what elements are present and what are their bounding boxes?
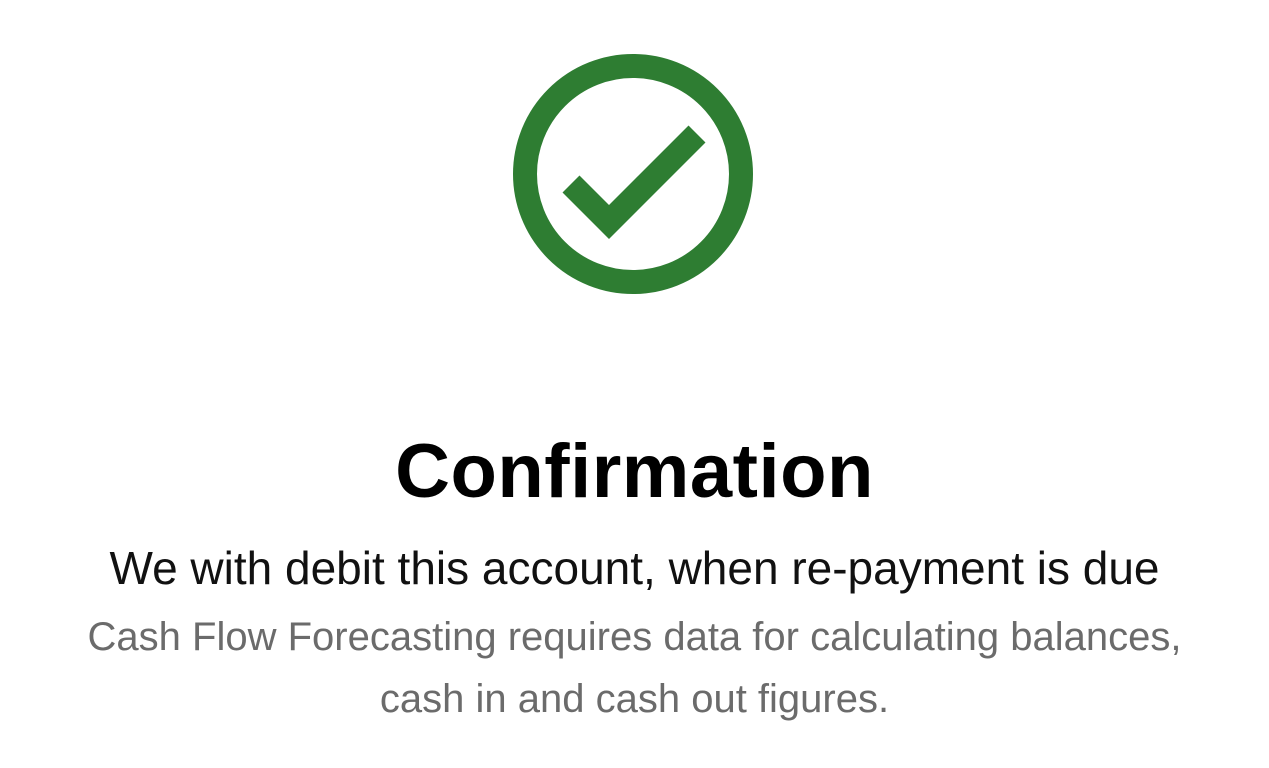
- confirmation-title: Confirmation: [395, 429, 874, 514]
- check-circle-icon: [513, 54, 753, 294]
- confirmation-description: Cash Flow Forecasting requires data for …: [87, 615, 1182, 721]
- confirmation-message: We with debit this account, when re-paym…: [109, 542, 1160, 594]
- confirmation-page: Confirmation We with debit this account,…: [0, 0, 1269, 768]
